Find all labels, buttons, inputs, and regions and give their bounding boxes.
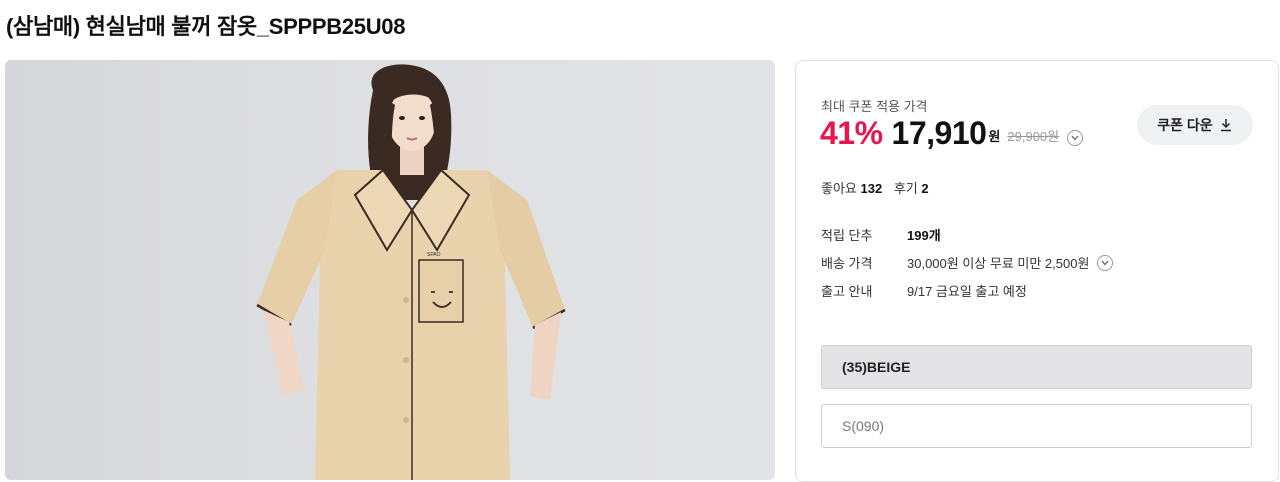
- color-option-select[interactable]: (35)BEIGE: [821, 345, 1252, 389]
- info-label: 출고 안내: [821, 284, 873, 299]
- likes-count: 132: [860, 181, 883, 196]
- product-photo-illustration: SPAO: [256, 64, 566, 480]
- product-info-panel: 최대 쿠폰 적용 가격 41% 17,910 원 29,900원 쿠폰 다운 좋…: [795, 60, 1279, 482]
- points-value: 199개: [907, 228, 941, 243]
- product-title: (삼남매) 현실남매 불꺼 잠옷_SPPPB25U08: [6, 14, 406, 39]
- dispatch-value: 9/17 금요일 출고 예정: [907, 284, 1027, 299]
- size-option-value: S(090): [842, 418, 885, 434]
- coupon-download-label: 쿠폰 다운: [1157, 117, 1213, 133]
- product-image[interactable]: SPAO: [5, 60, 775, 480]
- price-detail-toggle[interactable]: [1067, 130, 1084, 146]
- coupon-price-caption: 최대 쿠폰 적용 가격: [821, 99, 928, 114]
- download-icon: [1220, 119, 1231, 132]
- shipping-value: 30,000원 이상 무료 미만 2,500원: [907, 256, 1090, 271]
- shipping-detail-toggle[interactable]: [1097, 254, 1114, 271]
- info-label: 배송 가격: [821, 256, 873, 271]
- info-value: 199개: [907, 225, 941, 244]
- price-row: 41% 17,910 원 29,900원: [820, 115, 1084, 152]
- coupon-download-button[interactable]: 쿠폰 다운: [1137, 105, 1253, 145]
- final-price: 17,910: [891, 115, 987, 151]
- chevron-down-icon: [1071, 135, 1079, 141]
- svg-text:SPAO: SPAO: [427, 252, 441, 258]
- reviews-label[interactable]: 후기: [894, 181, 918, 196]
- product-stats: 좋아요 132 후기 2: [821, 178, 929, 197]
- discount-rate: 41%: [820, 115, 883, 151]
- info-row-shipping: 배송 가격 30,000원 이상 무료 미만 2,500원: [821, 253, 1114, 272]
- likes-label: 좋아요: [821, 181, 857, 196]
- currency-unit: 원: [988, 129, 1001, 144]
- info-row-points: 적립 단추 199개: [821, 225, 941, 244]
- original-price: 29,900원: [1007, 129, 1060, 144]
- color-option-value: (35)BEIGE: [842, 359, 911, 375]
- size-option-select[interactable]: S(090): [821, 404, 1252, 448]
- info-label: 적립 단추: [821, 228, 873, 243]
- info-row-dispatch: 출고 안내 9/17 금요일 출고 예정: [821, 281, 1027, 300]
- chevron-down-icon: [1101, 260, 1109, 265]
- reviews-count[interactable]: 2: [921, 181, 928, 196]
